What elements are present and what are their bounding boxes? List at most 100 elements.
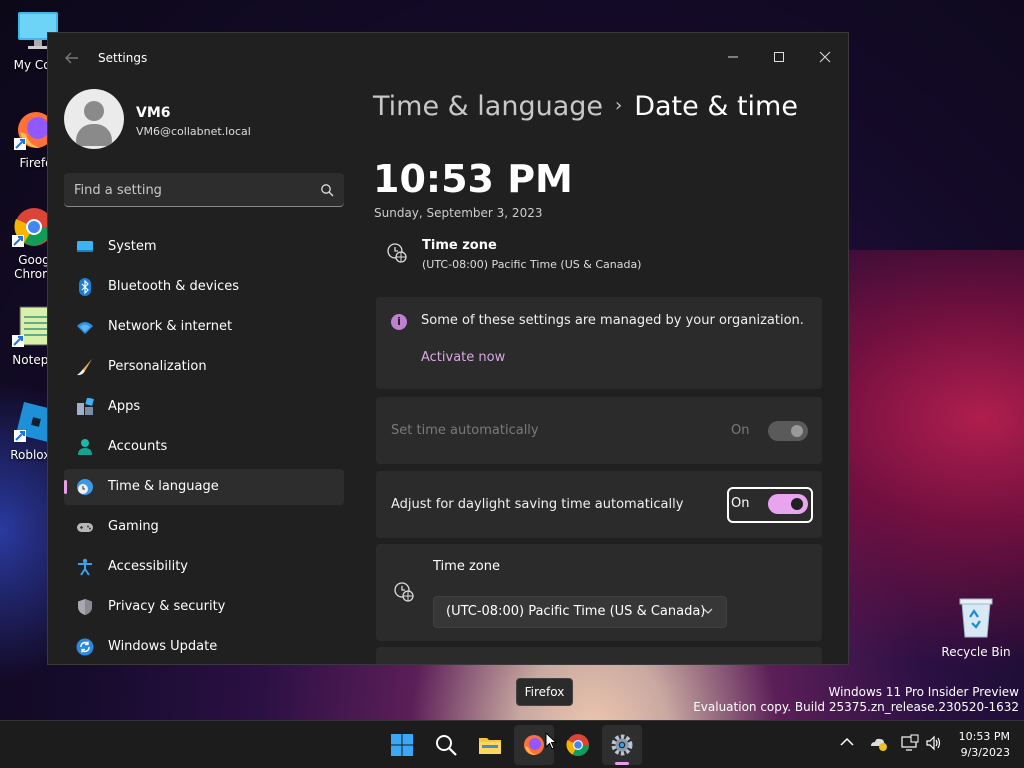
sidebar-item-time-language[interactable]: Time & language xyxy=(64,469,344,505)
timezone-card: Time zone (UTC-08:00) Pacific Time (US &… xyxy=(376,544,822,641)
set-time-automatically-toggle[interactable]: On xyxy=(726,421,808,443)
current-date: Sunday, September 3, 2023 xyxy=(374,206,543,220)
bluetooth-icon xyxy=(79,278,91,296)
toggle-state: On xyxy=(731,496,750,511)
volume-icon[interactable] xyxy=(925,734,943,752)
window-title: Settings xyxy=(98,51,148,65)
start-button[interactable] xyxy=(382,725,422,765)
recycle-bin-icon xyxy=(959,598,993,638)
daylight-saving-label: Adjust for daylight saving time automati… xyxy=(391,497,684,512)
breadcrumb: Time & language › Date & time xyxy=(373,91,798,122)
system-icon xyxy=(77,241,93,252)
taskbar-tooltip: Firefox xyxy=(516,678,573,706)
taskbar-chrome[interactable] xyxy=(558,725,598,765)
taskbar-time: 10:53 PM xyxy=(958,730,1010,743)
timezone-dropdown-value: (UTC-08:00) Pacific Time (US & Canada) xyxy=(446,604,706,619)
taskbar-settings[interactable] xyxy=(602,725,642,765)
accounts-icon xyxy=(78,439,92,455)
back-button[interactable] xyxy=(62,48,82,68)
profile-email: VM6@collabnet.local xyxy=(136,125,251,138)
toggle-switch[interactable] xyxy=(768,421,808,441)
timezone-summary-title: Time zone xyxy=(422,238,497,253)
activate-now-link[interactable]: Activate now xyxy=(421,350,505,365)
chevron-up-icon[interactable] xyxy=(838,734,856,752)
sidebar-item-accessibility[interactable]: Accessibility xyxy=(64,549,344,585)
brush-icon xyxy=(77,359,92,376)
daylight-saving-card: Adjust for daylight saving time automati… xyxy=(376,471,822,538)
toggle-state: On xyxy=(731,423,750,438)
info-icon: i xyxy=(391,314,407,330)
search-box[interactable] xyxy=(64,173,344,207)
maximize-icon xyxy=(774,52,784,62)
user-profile[interactable]: VM6 VM6@collabnet.local xyxy=(64,89,344,153)
sidebar-item-personalization[interactable]: Personalization xyxy=(64,349,344,385)
managed-notice: i Some of these settings are managed by … xyxy=(376,297,822,389)
taskbar-search-button[interactable] xyxy=(426,725,466,765)
sidebar-nav: System Bluetooth & devices Network & int… xyxy=(64,229,344,664)
title-bar[interactable]: Settings xyxy=(48,33,848,83)
evaluation-watermark: Windows 11 Pro Insider Preview Evaluatio… xyxy=(693,685,1019,715)
onedrive-icon[interactable] xyxy=(869,734,887,752)
accessibility-icon xyxy=(78,558,92,576)
chrome-icon xyxy=(566,734,589,756)
search-icon xyxy=(436,735,457,756)
minimize-icon xyxy=(728,56,738,58)
timezone-card-title: Time zone xyxy=(433,559,500,574)
timezone-dropdown[interactable]: (UTC-08:00) Pacific Time (US & Canada) xyxy=(433,596,727,628)
set-time-automatically-card: Set time automatically On xyxy=(376,397,822,464)
minimize-button[interactable] xyxy=(710,41,756,73)
sidebar-item-apps[interactable]: Apps xyxy=(64,389,344,425)
breadcrumb-parent[interactable]: Time & language xyxy=(373,91,603,122)
watermark-edition: Windows 11 Pro Insider Preview xyxy=(828,685,1019,699)
chevron-down-icon xyxy=(703,608,713,614)
toggle-switch[interactable] xyxy=(768,494,808,514)
search-input[interactable] xyxy=(74,180,304,200)
set-time-automatically-label: Set time automatically xyxy=(391,423,539,438)
globe-clock-icon xyxy=(387,243,407,263)
daylight-saving-toggle[interactable]: On xyxy=(726,494,808,516)
taskbar-clock[interactable]: 10:53 PM 9/3/2023 xyxy=(959,729,1010,761)
active-indicator xyxy=(615,762,629,765)
settings-icon xyxy=(611,734,633,756)
close-button[interactable] xyxy=(802,41,848,73)
sidebar-item-bluetooth[interactable]: Bluetooth & devices xyxy=(64,269,344,305)
gamepad-icon xyxy=(77,523,93,532)
taskbar-date: 9/3/2023 xyxy=(960,746,1010,759)
wifi-icon xyxy=(77,322,93,334)
sidebar-item-windows-update[interactable]: Windows Update xyxy=(64,629,344,664)
network-icon[interactable] xyxy=(901,734,919,752)
sidebar-item-privacy[interactable]: Privacy & security xyxy=(64,589,344,625)
arrow-left-icon xyxy=(65,52,78,64)
current-time: 10:53 PM xyxy=(373,157,573,201)
recycle-bin-label: Recycle Bin xyxy=(941,645,1011,659)
shield-icon xyxy=(78,599,92,615)
page-title: Date & time xyxy=(634,91,798,122)
close-icon xyxy=(819,51,831,63)
desktop-icon-recycle-bin[interactable]: Recycle Bin xyxy=(938,595,1014,659)
sidebar-item-network[interactable]: Network & internet xyxy=(64,309,344,345)
globe-clock-icon xyxy=(77,479,93,495)
next-setting-card xyxy=(376,647,822,664)
taskbar-file-explorer[interactable] xyxy=(470,725,510,765)
apps-icon xyxy=(77,398,94,415)
chevron-right-icon: › xyxy=(615,95,623,116)
mouse-cursor-icon xyxy=(545,732,557,750)
managed-message: Some of these settings are managed by yo… xyxy=(421,313,804,328)
file-explorer-icon xyxy=(479,738,501,754)
watermark-build: Evaluation copy. Build 25375.zn_release.… xyxy=(693,700,1019,714)
avatar xyxy=(64,89,124,149)
timezone-summary: Time zone (UTC-08:00) Pacific Time (US &… xyxy=(386,238,826,278)
maximize-button[interactable] xyxy=(756,41,802,73)
firefox-icon xyxy=(524,735,544,755)
globe-clock-icon xyxy=(394,582,414,602)
search-icon[interactable] xyxy=(320,183,334,197)
update-icon xyxy=(76,638,94,656)
sidebar-item-gaming[interactable]: Gaming xyxy=(64,509,344,545)
timezone-summary-value: (UTC-08:00) Pacific Time (US & Canada) xyxy=(422,258,642,271)
profile-name: VM6 xyxy=(136,105,171,121)
settings-window: Settings VM6 VM6@collabnet.local System … xyxy=(47,32,849,665)
sidebar-item-accounts[interactable]: Accounts xyxy=(64,429,344,465)
sidebar-item-system[interactable]: System xyxy=(64,229,344,265)
start-icon xyxy=(391,734,413,756)
taskbar: 10:53 PM 9/3/2023 xyxy=(0,720,1024,768)
